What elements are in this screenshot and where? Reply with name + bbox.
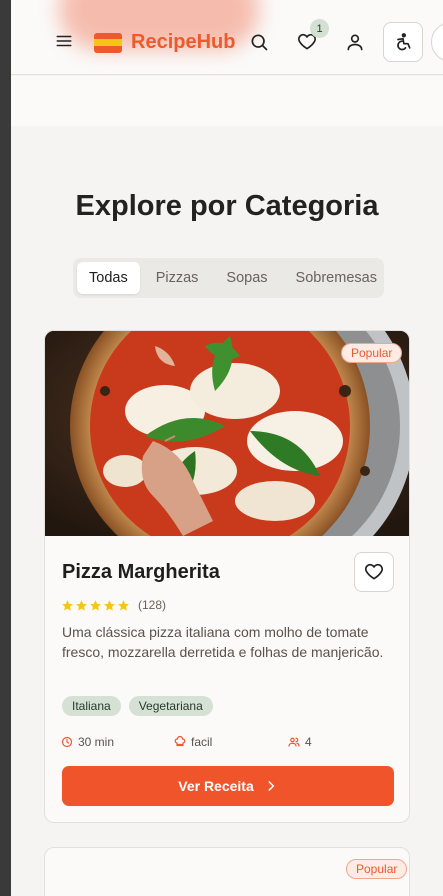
star-icon <box>62 599 73 611</box>
tag-vegetariana[interactable]: Vegetariana <box>128 696 213 716</box>
rating-count: (128) <box>138 598 167 612</box>
tab-todas[interactable]: Todas <box>77 262 140 294</box>
hero-band <box>11 76 443 126</box>
tab-pizzas[interactable]: Pizzas <box>144 262 211 294</box>
servings: 4 <box>288 735 312 749</box>
logo-mark-icon <box>94 32 122 53</box>
favorite-toggle-button[interactable] <box>354 552 394 592</box>
difficulty-value: facil <box>191 735 213 749</box>
popular-badge-next: Popular <box>346 859 408 879</box>
recipe-description: Uma clássica pizza italiana com molho de… <box>62 624 384 660</box>
site-header: RecipeHub 1 <box>11 0 443 75</box>
prep-time-value: 30 min <box>78 735 115 749</box>
heart-icon <box>364 563 384 580</box>
star-icon <box>104 599 115 611</box>
view-recipe-button[interactable]: Ver Receita <box>62 766 394 806</box>
rating-stars: (128) <box>61 598 166 612</box>
recipe-tags: Italiana Vegetariana <box>62 696 213 716</box>
servings-value: 4 <box>305 735 312 749</box>
popular-badge: Popular <box>341 343 403 363</box>
brand-name: RecipeHub <box>131 31 236 53</box>
recipe-card-next[interactable]: Popular <box>44 847 410 896</box>
recipe-image: Popular <box>45 331 409 536</box>
star-icon <box>118 599 129 611</box>
category-tabs: Todas Pizzas Sopas Sobremesas <box>73 258 384 298</box>
view-recipe-label: Ver Receita <box>178 778 254 794</box>
brand-logo[interactable]: RecipeHub <box>94 31 235 54</box>
search-icon <box>251 34 268 51</box>
search-button[interactable] <box>247 30 271 54</box>
chef-hat-icon <box>174 736 186 747</box>
language-button[interactable] <box>431 22 443 62</box>
menu-icon <box>56 35 72 47</box>
clock-icon <box>61 736 73 748</box>
chevron-right-icon <box>268 781 274 791</box>
recipe-title: Pizza Margherita <box>62 561 220 583</box>
recipe-card[interactable]: Popular Pizza Margherita (128) Uma cláss… <box>44 330 410 823</box>
accessibility-button[interactable] <box>383 22 423 62</box>
user-button[interactable] <box>343 30 367 54</box>
menu-button[interactable] <box>53 30 75 52</box>
tab-sopas[interactable]: Sopas <box>214 262 279 294</box>
user-icon <box>347 34 363 51</box>
app-viewport: RecipeHub 1 Explore por Categoria Todas … <box>11 0 443 896</box>
tag-italiana[interactable]: Italiana <box>62 696 121 716</box>
difficulty: facil <box>174 735 212 749</box>
tab-sobremesas[interactable]: Sobremesas <box>284 262 389 294</box>
section-title: Explore por Categoria <box>75 190 379 222</box>
favorites-count-badge: 1 <box>310 19 329 38</box>
star-icon <box>90 599 101 611</box>
users-icon <box>288 737 300 747</box>
prep-time: 30 min <box>61 735 114 749</box>
accessibility-icon <box>397 33 411 51</box>
star-icon <box>76 599 87 611</box>
